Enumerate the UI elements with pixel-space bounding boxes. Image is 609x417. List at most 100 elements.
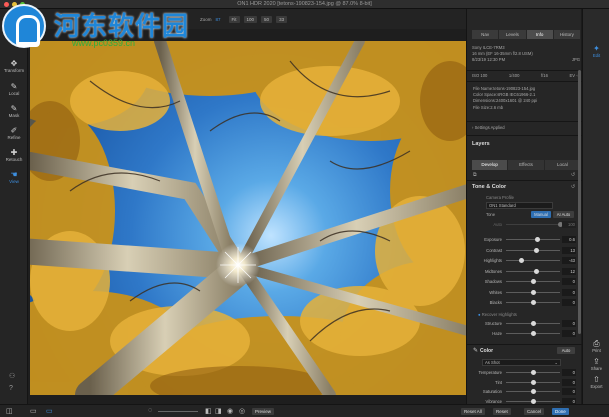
slider-knob[interactable] bbox=[531, 370, 536, 375]
slider-knob[interactable] bbox=[531, 398, 536, 404]
slider-track[interactable] bbox=[506, 300, 560, 305]
slider-whites[interactable]: Whites 0 bbox=[472, 288, 576, 296]
slider-tint[interactable]: Tint 0 bbox=[472, 378, 576, 386]
white-balance-select[interactable]: As Shot ⌄ bbox=[482, 359, 561, 366]
cancel-button[interactable]: Cancel bbox=[524, 408, 545, 415]
zoom-fit-button[interactable]: Fit bbox=[228, 15, 240, 23]
settings-applied-toggle[interactable]: › Settings Applied bbox=[472, 125, 580, 131]
tool-mask[interactable]: ✎ Mask bbox=[0, 104, 28, 118]
zoom-33-button[interactable]: 33 bbox=[276, 15, 288, 23]
slider-knob[interactable] bbox=[531, 300, 536, 305]
reset-icon[interactable]: ↺ bbox=[571, 184, 575, 190]
slider-knob[interactable] bbox=[531, 379, 536, 385]
tool-transform[interactable]: ✥ Transform bbox=[0, 59, 28, 73]
help-icon[interactable]: ? bbox=[9, 385, 13, 392]
photo-preview[interactable] bbox=[30, 41, 468, 395]
slider-highlights[interactable]: Highlights -43 bbox=[472, 257, 576, 264]
slider-track[interactable] bbox=[506, 222, 563, 227]
tab-develop[interactable]: Develop bbox=[472, 160, 508, 170]
module-print[interactable]: ⎙ Print bbox=[583, 339, 609, 353]
slider-track[interactable] bbox=[506, 237, 560, 242]
slider-knob[interactable] bbox=[535, 237, 541, 242]
slider-value[interactable]: 0 bbox=[562, 369, 576, 376]
slider-midtones[interactable]: Midtones 12 bbox=[472, 267, 576, 275]
mask-view-icon[interactable]: ◉ bbox=[227, 407, 233, 415]
slider-track[interactable] bbox=[506, 370, 560, 375]
user-icon[interactable]: ⚇ bbox=[9, 372, 15, 380]
slider-value[interactable]: 0 bbox=[562, 288, 576, 296]
module-export[interactable]: ⇧ Export bbox=[583, 375, 609, 389]
filmstrip-icon[interactable]: ▭ bbox=[30, 407, 37, 415]
reset-all-button[interactable]: Reset All bbox=[461, 408, 485, 415]
slider-value[interactable]: 0 bbox=[562, 320, 576, 327]
slider-track[interactable] bbox=[506, 247, 560, 253]
auto-slider[interactable]: Auto 100 bbox=[472, 221, 576, 228]
slider-temperature[interactable]: Temperature 0 bbox=[472, 369, 576, 376]
recover-highlights-toggle[interactable]: ● Recover Highlights bbox=[472, 312, 580, 318]
slider-blacks[interactable]: Blacks 0 bbox=[472, 299, 576, 306]
slider-track[interactable] bbox=[506, 379, 560, 385]
slider-track[interactable] bbox=[506, 398, 560, 404]
slider-knob[interactable] bbox=[534, 268, 540, 274]
single-view-icon[interactable]: ▭ bbox=[46, 407, 53, 415]
tool-view[interactable]: ☚ View bbox=[0, 170, 28, 184]
slider-contrast[interactable]: Contrast 13 bbox=[472, 246, 576, 254]
slider-knob[interactable] bbox=[531, 389, 536, 394]
done-button[interactable]: Done bbox=[552, 408, 569, 415]
slider-saturation[interactable]: Saturation 0 bbox=[472, 388, 576, 395]
zoom-select[interactable]: 87 bbox=[216, 17, 221, 22]
module-edit[interactable]: ✦ Edit bbox=[583, 44, 609, 58]
slider-track[interactable] bbox=[506, 279, 560, 284]
slider-track[interactable] bbox=[506, 321, 560, 326]
slider-exposure[interactable]: Exposure 0.6 bbox=[472, 236, 576, 243]
slider-value[interactable]: 0 bbox=[562, 378, 576, 386]
color-auto-button[interactable]: Auto bbox=[557, 347, 575, 354]
preview-button[interactable]: Preview bbox=[252, 408, 275, 415]
overlay-icon[interactable]: ◎ bbox=[239, 407, 245, 415]
camera-profile-select[interactable]: ON1 Standard bbox=[486, 202, 553, 209]
slider-value[interactable]: 0.6 bbox=[562, 236, 576, 243]
tab-local[interactable]: Local bbox=[544, 160, 580, 170]
slider-track[interactable] bbox=[506, 268, 560, 274]
panel-toggle-icon[interactable]: ◫ bbox=[6, 407, 13, 415]
module-share[interactable]: ⇪ Share bbox=[583, 357, 609, 371]
slider-value[interactable]: 0 bbox=[562, 330, 576, 337]
compare-icon[interactable]: ◧ bbox=[205, 407, 212, 415]
slider-track[interactable] bbox=[506, 258, 560, 263]
slider-knob[interactable] bbox=[531, 321, 536, 326]
slider-knob[interactable] bbox=[534, 247, 540, 253]
tab-info[interactable]: Info bbox=[526, 30, 553, 39]
zoom-100-button[interactable]: 100 bbox=[243, 15, 258, 23]
slider-haze[interactable]: Haze 0 bbox=[472, 330, 576, 337]
slider-value[interactable]: 0 bbox=[562, 278, 576, 285]
layer-icon[interactable]: ⧉ bbox=[473, 172, 477, 178]
slider-value[interactable]: -43 bbox=[562, 257, 576, 264]
reset-button[interactable]: Reset bbox=[493, 408, 511, 415]
slider-track[interactable] bbox=[506, 389, 560, 394]
slider-structure[interactable]: Structure 0 bbox=[472, 320, 576, 327]
slider-shadows[interactable]: Shadows 0 bbox=[472, 278, 576, 285]
tab-levels[interactable]: Levels bbox=[499, 30, 526, 39]
tab-history[interactable]: History bbox=[553, 30, 580, 39]
zoom-50-button[interactable]: 50 bbox=[261, 15, 273, 23]
brush-size-icon[interactable]: ◌ bbox=[148, 407, 152, 414]
slider-knob[interactable] bbox=[519, 258, 525, 263]
panel-scrollbar[interactable] bbox=[578, 70, 581, 334]
slider-knob[interactable] bbox=[531, 289, 536, 295]
tool-refine[interactable]: ✐ Refine bbox=[0, 126, 28, 140]
tool-local[interactable]: ✎ Local bbox=[0, 82, 28, 96]
slider-track[interactable] bbox=[506, 331, 560, 336]
image-canvas[interactable] bbox=[28, 29, 468, 404]
slider-value[interactable]: 0 bbox=[562, 299, 576, 306]
split-view-icon[interactable]: ◨ bbox=[215, 407, 222, 415]
manual-button[interactable]: Manual bbox=[531, 211, 551, 218]
slider-value[interactable]: 0 bbox=[562, 388, 576, 395]
ai-auto-button[interactable]: AI Auto bbox=[553, 211, 574, 218]
slider-knob[interactable] bbox=[531, 279, 536, 284]
reset-icon[interactable]: ↺ bbox=[571, 172, 575, 178]
tool-retouch[interactable]: ✚ Retouch bbox=[0, 148, 28, 162]
slider-value[interactable]: 100 bbox=[562, 221, 576, 228]
slider-value[interactable]: 13 bbox=[562, 246, 576, 254]
brush-size-slider[interactable] bbox=[158, 411, 198, 412]
tab-effects[interactable]: Effects bbox=[508, 160, 544, 170]
